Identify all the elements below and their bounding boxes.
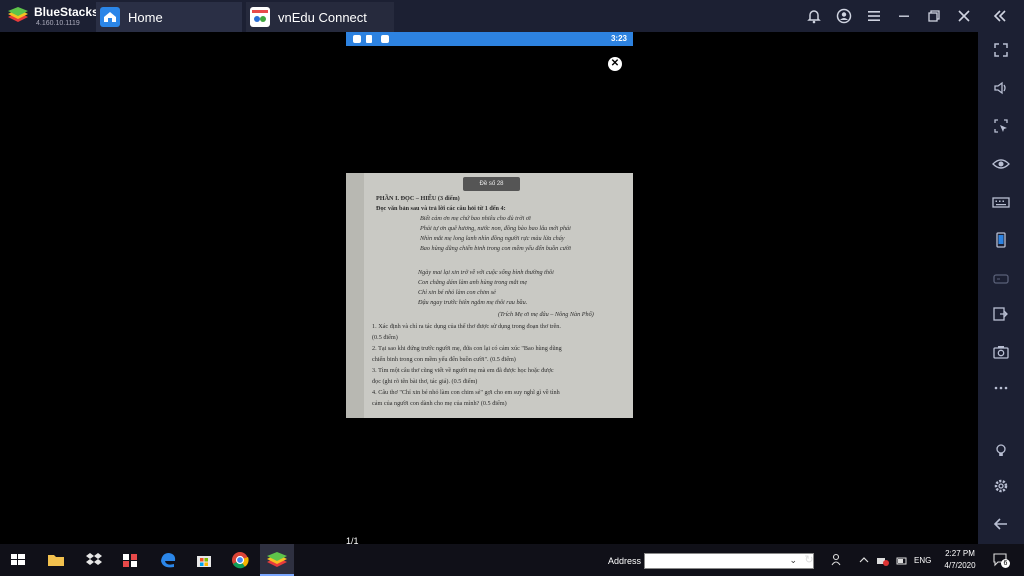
close-icon[interactable] (954, 6, 974, 26)
question-line: (0.5 điểm) (372, 334, 398, 341)
document-image: Đề số 28 PHẦN I. ĐỌC – HIỂU (3 điểm) Đọc… (346, 173, 633, 418)
doc-instruction: Đọc văn bản sau và trả lời các câu hỏi t… (376, 205, 506, 212)
notification-center-icon[interactable]: 6 (992, 552, 1010, 568)
brand-version: 4.160.10.1119 (36, 20, 80, 27)
chevron-up-icon[interactable] (858, 553, 870, 567)
poem-line: Phải tự ơn quê hương, nước non, đồng bào… (420, 225, 571, 232)
bluestacks-sidebar (978, 32, 1024, 544)
poem-line: Con chẳng dám làm anh hùng trong mắt mẹ (418, 279, 528, 286)
home-icon (100, 7, 120, 27)
minimize-icon[interactable] (894, 6, 914, 26)
restore-icon[interactable] (924, 6, 944, 26)
question-line: 1. Xác định và chỉ ra tác dụng của thể t… (372, 323, 561, 330)
poem-line: Chỉ xin bé nhỏ làm con chim sẻ (418, 289, 496, 296)
poem-line: Đậu ngay trước hiên ngắm mẹ thôi rau bầu… (418, 299, 528, 306)
file-explorer-icon[interactable] (44, 548, 68, 572)
collapse-sidebar-icon[interactable] (990, 6, 1010, 26)
eye-icon[interactable] (991, 154, 1011, 174)
exam-badge: Đề số 28 (463, 177, 520, 191)
refresh-icon[interactable]: ↻ (802, 553, 816, 567)
doc-heading: PHẦN I. ĐỌC – HIỂU (3 điểm) (376, 195, 460, 202)
book-spine-strip (346, 173, 364, 418)
tab-home-label: Home (128, 10, 163, 25)
bell-icon[interactable] (804, 6, 824, 26)
tray-time: 2:27 PM (945, 549, 975, 558)
question-line: 2. Tại sao khi đứng trước người mẹ, đứa … (372, 345, 562, 352)
battery-icon[interactable] (896, 554, 908, 566)
store-icon[interactable] (192, 548, 216, 572)
question-line: đọc (ghi rõ tên bài thơ, tác giả). (0.5 … (372, 378, 478, 385)
vnedu-app-icon (250, 7, 270, 27)
people-icon[interactable] (830, 553, 844, 567)
close-viewer-button[interactable]: ✕ (608, 57, 622, 71)
tab-vnedu-connect[interactable]: vnEdu Connect (246, 2, 394, 32)
poem-line: Biết cảm ơn mẹ chứ bao nhiêu cho đủ trời… (420, 215, 531, 222)
app-icon[interactable] (118, 548, 142, 572)
poem-line: Nhìn mắt mẹ long lanh nhìn đồng người rự… (420, 235, 565, 242)
tab-vnedu-label: vnEdu Connect (278, 10, 367, 25)
question-line: 4. Câu thơ "Chỉ xin bé nhỏ làm con chim … (372, 389, 560, 396)
language-indicator[interactable]: ENG (914, 556, 931, 565)
poem-line: Bao hùng dũng chiến binh trong con mềm y… (420, 245, 571, 252)
more-icon[interactable] (991, 378, 1011, 398)
question-line: chiến binh trong con mềm yếu đến buồn cư… (372, 356, 516, 363)
bluestacks-window: BlueStacks 4.160.10.1119 Home vnEdu Conn… (0, 0, 1024, 576)
chrome-icon[interactable] (228, 548, 252, 572)
dropbox-icon[interactable] (82, 548, 106, 572)
fullscreen-icon[interactable] (991, 40, 1011, 60)
close-circle-icon: ✕ (610, 58, 620, 69)
phone-icon[interactable] (991, 230, 1011, 250)
notification-icon (366, 35, 372, 43)
menu-icon[interactable] (864, 6, 884, 26)
poem-line: Ngày mai lại xin trở về với cuộc sống bì… (418, 269, 554, 276)
network-icon[interactable] (876, 554, 890, 566)
edge-icon[interactable] (156, 548, 180, 572)
address-input[interactable]: ⌄ (644, 553, 814, 569)
bluestacks-brand[interactable]: BlueStacks 4.160.10.1119 (4, 3, 99, 29)
back-icon[interactable] (991, 514, 1011, 534)
app-notification-icon (381, 35, 389, 43)
bluestacks-taskbar-icon[interactable] (260, 544, 294, 576)
notification-count: 6 (1001, 559, 1010, 568)
windows-taskbar: Address ⌄ ↻ ENG 2:27 PM 4/7/2020 6 (0, 544, 1024, 576)
address-label: Address (608, 556, 642, 566)
camera-icon[interactable] (991, 342, 1011, 362)
keyboard-icon[interactable] (991, 192, 1011, 212)
brand-name: BlueStacks (34, 5, 99, 19)
poem-source: (Trích Mẹ ơi mẹ đâu – Nông Nàn Phố) (498, 311, 594, 318)
question-line: cảm của người con dành cho mẹ của mình? … (372, 400, 507, 407)
pointer-icon[interactable] (991, 116, 1011, 136)
multi-instance-icon[interactable] (991, 304, 1011, 324)
android-status-bar: 3:23 (346, 32, 633, 46)
tab-home[interactable]: Home (96, 2, 242, 32)
gamepad-icon[interactable] (991, 268, 1011, 288)
shield-icon (353, 35, 361, 43)
tray-date: 4/7/2020 (944, 561, 976, 570)
bulb-icon[interactable] (991, 440, 1011, 460)
status-clock: 3:23 (610, 34, 627, 43)
bluestacks-logo-icon (8, 7, 28, 22)
windows-start-icon[interactable] (6, 548, 30, 572)
volume-icon[interactable] (991, 78, 1011, 98)
settings-icon[interactable] (991, 476, 1011, 496)
tray-clock[interactable]: 2:27 PM 4/7/2020 (940, 548, 980, 572)
chevron-down-icon[interactable]: ⌄ (789, 555, 797, 566)
account-icon[interactable] (834, 6, 854, 26)
question-line: 3. Tìm một câu thơ cũng viết về người mẹ… (372, 367, 554, 374)
title-bar: BlueStacks 4.160.10.1119 Home vnEdu Conn… (0, 0, 1024, 32)
